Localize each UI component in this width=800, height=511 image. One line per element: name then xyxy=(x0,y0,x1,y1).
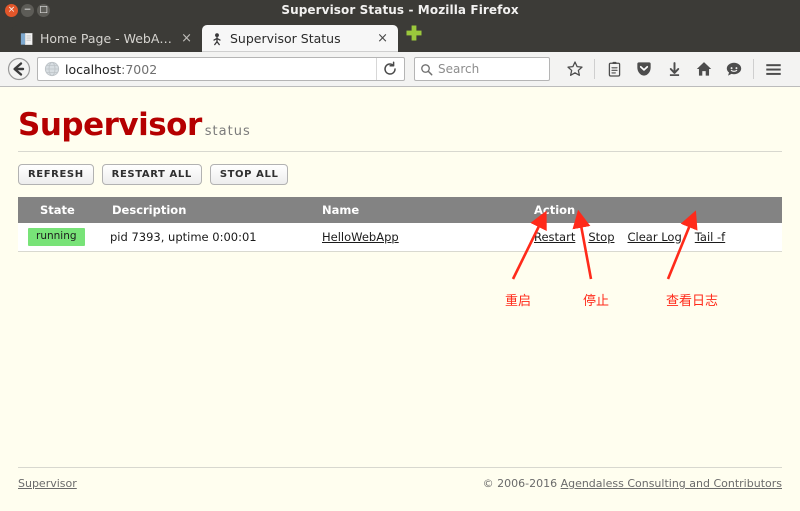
column-header-name: Name xyxy=(322,197,534,223)
tab-label: Home Page - WebAp… xyxy=(40,31,174,46)
navigation-toolbar: localhost:7002 Search xyxy=(0,52,800,87)
window-titlebar: × − □ Supervisor Status - Mozilla Firefo… xyxy=(0,0,800,20)
tail-f-link[interactable]: Tail -f xyxy=(695,230,725,244)
cell-name: HelloWebApp xyxy=(322,223,534,252)
tab-close-icon[interactable]: × xyxy=(375,32,390,45)
cell-description: pid 7393, uptime 0:00:01 xyxy=(110,223,322,252)
tab-label: Supervisor Status xyxy=(230,31,341,46)
url-port: :7002 xyxy=(121,61,158,77)
footer-agendaless-link[interactable]: Agendaless Consulting and Contributors xyxy=(561,477,782,490)
restart-all-button[interactable]: RESTART ALL xyxy=(101,164,202,185)
bookmark-star-icon xyxy=(567,61,583,76)
footer-supervisor-link[interactable]: Supervisor xyxy=(18,477,77,490)
page-content: Supervisor status REFRESH RESTART ALL ST… xyxy=(0,87,800,500)
search-bar[interactable]: Search xyxy=(414,57,550,81)
copyright-text: © 2006-2016 xyxy=(482,477,561,490)
status-badge: running xyxy=(28,228,85,246)
pocket-icon xyxy=(637,62,651,76)
toolbar-divider xyxy=(594,59,595,79)
home-icon xyxy=(696,62,712,76)
page-footer: Supervisor © 2006-2016 Agendaless Consul… xyxy=(18,467,782,500)
new-tab-button[interactable] xyxy=(404,23,424,47)
toolbar-icons xyxy=(561,56,787,82)
column-header-state: State xyxy=(18,197,110,223)
tab-close-icon[interactable]: × xyxy=(179,32,194,45)
document-favicon xyxy=(20,32,33,45)
reader-list-icon xyxy=(608,61,620,77)
back-arrow-icon xyxy=(7,57,31,81)
supervisor-favicon xyxy=(213,32,221,45)
stop-all-button[interactable]: STOP ALL xyxy=(209,164,289,185)
brand-suffix: status xyxy=(204,124,251,139)
hamburger-menu-button[interactable] xyxy=(759,56,787,82)
process-status-table: State Description Name Action running pi… xyxy=(18,197,782,252)
table-header-row: State Description Name Action xyxy=(18,197,782,223)
url-text: localhost:7002 xyxy=(65,62,376,77)
home-button[interactable] xyxy=(690,56,718,82)
action-links: Restart Stop Clear Log Tail -f xyxy=(534,230,782,244)
reload-icon xyxy=(383,61,396,75)
browser-window: × − □ Supervisor Status - Mozilla Firefo… xyxy=(0,0,800,511)
sync-chat-button[interactable] xyxy=(720,56,748,82)
toolbar-divider-2 xyxy=(753,59,754,79)
supervisor-logo: Supervisor status xyxy=(0,87,800,143)
annotation-view-log: 查看日志 xyxy=(666,294,719,309)
annotation-restart: 重启 xyxy=(505,294,532,309)
refresh-button[interactable]: REFRESH xyxy=(18,164,94,185)
column-header-description: Description xyxy=(110,197,322,223)
cell-actions: Restart Stop Clear Log Tail -f xyxy=(534,223,782,252)
footer-copyright: © 2006-2016 Agendaless Consulting and Co… xyxy=(483,477,782,490)
tab-home-page[interactable]: Home Page - WebAp… × xyxy=(12,25,202,52)
downloads-icon xyxy=(669,61,679,76)
process-table-wrapper: State Description Name Action running pi… xyxy=(18,197,782,252)
cell-state: running xyxy=(18,223,110,252)
restart-link[interactable]: Restart xyxy=(534,230,575,244)
hamburger-menu-icon xyxy=(765,63,781,75)
url-host: localhost xyxy=(65,61,122,77)
reader-list-button[interactable] xyxy=(600,56,628,82)
url-bar[interactable]: localhost:7002 xyxy=(37,57,405,81)
clear-log-link[interactable]: Clear Log xyxy=(628,230,682,244)
back-button[interactable] xyxy=(6,56,32,82)
sync-chat-icon xyxy=(726,62,742,76)
search-placeholder: Search xyxy=(438,62,480,76)
control-buttons: REFRESH RESTART ALL STOP ALL xyxy=(0,152,800,185)
pocket-button[interactable] xyxy=(630,56,658,82)
process-name-link[interactable]: HelloWebApp xyxy=(322,230,399,244)
downloads-button[interactable] xyxy=(660,56,688,82)
stop-link[interactable]: Stop xyxy=(588,230,614,244)
tab-supervisor-status[interactable]: Supervisor Status × xyxy=(202,25,398,52)
table-head: State Description Name Action xyxy=(18,197,782,223)
table-row: running pid 7393, uptime 0:00:01 HelloWe… xyxy=(18,223,782,252)
search-icon xyxy=(421,63,433,75)
tab-strip: Home Page - WebAp… × Supervisor Status × xyxy=(0,20,800,52)
brand-name: Supervisor xyxy=(18,107,202,143)
bookmark-star-button[interactable] xyxy=(561,56,589,82)
reload-button[interactable] xyxy=(376,58,402,80)
column-header-action: Action xyxy=(534,197,782,223)
annotation-stop: 停止 xyxy=(583,294,610,309)
window-title: Supervisor Status - Mozilla Firefox xyxy=(281,3,519,17)
plus-icon xyxy=(406,25,422,41)
table-body: running pid 7393, uptime 0:00:01 HelloWe… xyxy=(18,223,782,252)
globe-icon xyxy=(44,61,60,77)
